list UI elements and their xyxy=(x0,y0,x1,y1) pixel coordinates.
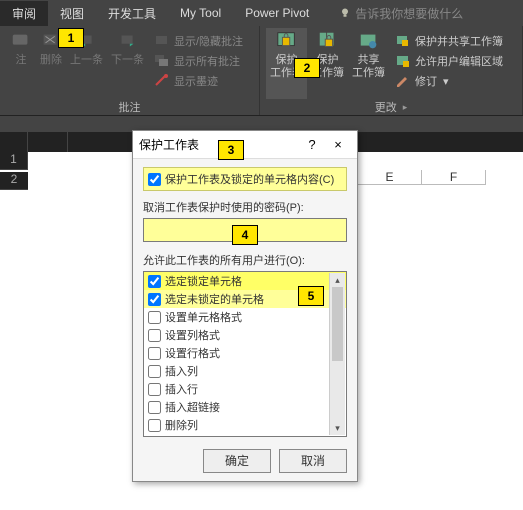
callout-1: 1 xyxy=(58,28,84,48)
dialog-help-button[interactable]: ? xyxy=(299,137,325,152)
list-item[interactable]: 插入行 xyxy=(144,380,346,398)
group-expand-icon[interactable]: ▸ xyxy=(403,102,408,113)
scroll-down-icon[interactable]: ▾ xyxy=(330,421,345,435)
list-item[interactable]: 设置行格式 xyxy=(144,344,346,362)
callout-5: 5 xyxy=(298,286,324,306)
callout-4: 4 xyxy=(232,225,258,245)
col-header-e[interactable]: E xyxy=(358,170,422,185)
allow-edit-ranges-button[interactable]: 允许用户编辑区域 xyxy=(395,52,503,70)
tab-mytool[interactable]: My Tool xyxy=(168,2,233,24)
share-workbook-button[interactable]: 共享 工作簿 xyxy=(348,28,389,99)
protect-contents-checkbox[interactable]: 保护工作表及锁定的单元格内容(C) xyxy=(143,167,347,191)
ribbon: 审阅 视图 开发工具 My Tool Power Pivot 告诉我你想要做什么… xyxy=(0,0,523,132)
list-item[interactable]: 设置列格式 xyxy=(144,326,346,344)
tab-powerpivot[interactable]: Power Pivot xyxy=(233,2,321,24)
list-scrollbar[interactable]: ▴ ▾ xyxy=(329,273,345,435)
comment-toggle-icon xyxy=(154,33,170,49)
track-changes-button[interactable]: 修订▾ xyxy=(395,72,503,90)
protect-contents-check[interactable] xyxy=(148,173,161,186)
callout-3: 3 xyxy=(218,140,244,160)
pencil-icon xyxy=(395,73,411,89)
protect-workbook-icon xyxy=(317,30,339,52)
new-comment-button[interactable]: 注 xyxy=(6,28,36,99)
scroll-thumb[interactable] xyxy=(332,287,343,361)
next-icon xyxy=(117,30,139,52)
protect-contents-label: 保护工作表及锁定的单元格内容(C) xyxy=(165,171,334,187)
callout-2: 2 xyxy=(294,58,320,78)
list-item[interactable]: 插入超链接 xyxy=(144,398,346,416)
col-header-f[interactable]: F xyxy=(422,170,486,185)
show-ink-button[interactable]: 显示墨迹 xyxy=(154,72,243,90)
list-item[interactable]: 删除列 xyxy=(144,416,346,434)
ok-button[interactable]: 确定 xyxy=(203,449,271,473)
ink-icon xyxy=(154,73,170,89)
protect-sheet-dialog: 保护工作表 ? × 保护工作表及锁定的单元格内容(C) 取消工作表保护时使用的密… xyxy=(132,130,358,482)
tab-view[interactable]: 视图 xyxy=(48,1,96,26)
select-all-corner[interactable] xyxy=(0,132,28,152)
row-number[interactable]: 2 xyxy=(0,172,28,190)
list-item[interactable]: 插入列 xyxy=(144,362,346,380)
tab-dev[interactable]: 开发工具 xyxy=(96,1,168,26)
protect-share-button[interactable]: 保护并共享工作簿 xyxy=(395,32,503,50)
comments-all-icon xyxy=(154,53,170,69)
protect-share-icon xyxy=(395,33,411,49)
tell-me-label: 告诉我你想要做什么 xyxy=(355,5,463,22)
dialog-close-button[interactable]: × xyxy=(325,137,351,152)
permissions-label: 允许此工作表的所有用户进行(O): xyxy=(143,252,347,268)
group-comments-label: 批注 xyxy=(119,99,141,115)
show-all-comments-button[interactable]: 显示所有批注 xyxy=(154,52,243,70)
tab-bar: 审阅 视图 开发工具 My Tool Power Pivot 告诉我你想要做什么 xyxy=(0,0,523,26)
list-item[interactable]: 删除行 xyxy=(144,434,346,437)
protect-sheet-icon xyxy=(276,30,298,52)
tell-me-search[interactable]: 告诉我你想要做什么 xyxy=(339,5,463,22)
next-comment-button[interactable]: 下一条 xyxy=(107,28,148,99)
group-comments: 注 删除 上一条 下一条 显示/隐藏批注 xyxy=(0,26,260,115)
bulb-icon xyxy=(339,7,351,19)
group-changes-label: 更改 xyxy=(375,99,397,115)
password-label: 取消工作表保护时使用的密码(P): xyxy=(143,199,347,215)
scroll-up-icon[interactable]: ▴ xyxy=(330,273,345,287)
tab-review[interactable]: 审阅 xyxy=(0,1,48,26)
row-number[interactable]: 1 xyxy=(0,152,28,170)
dialog-titlebar: 保护工作表 ? × xyxy=(133,131,357,159)
cancel-button[interactable]: 取消 xyxy=(279,449,347,473)
comment-icon xyxy=(10,30,32,52)
show-hide-comment-button[interactable]: 显示/隐藏批注 xyxy=(154,32,243,50)
allow-edit-icon xyxy=(395,53,411,69)
share-workbook-icon xyxy=(358,30,380,52)
list-item[interactable]: 设置单元格格式 xyxy=(144,308,346,326)
